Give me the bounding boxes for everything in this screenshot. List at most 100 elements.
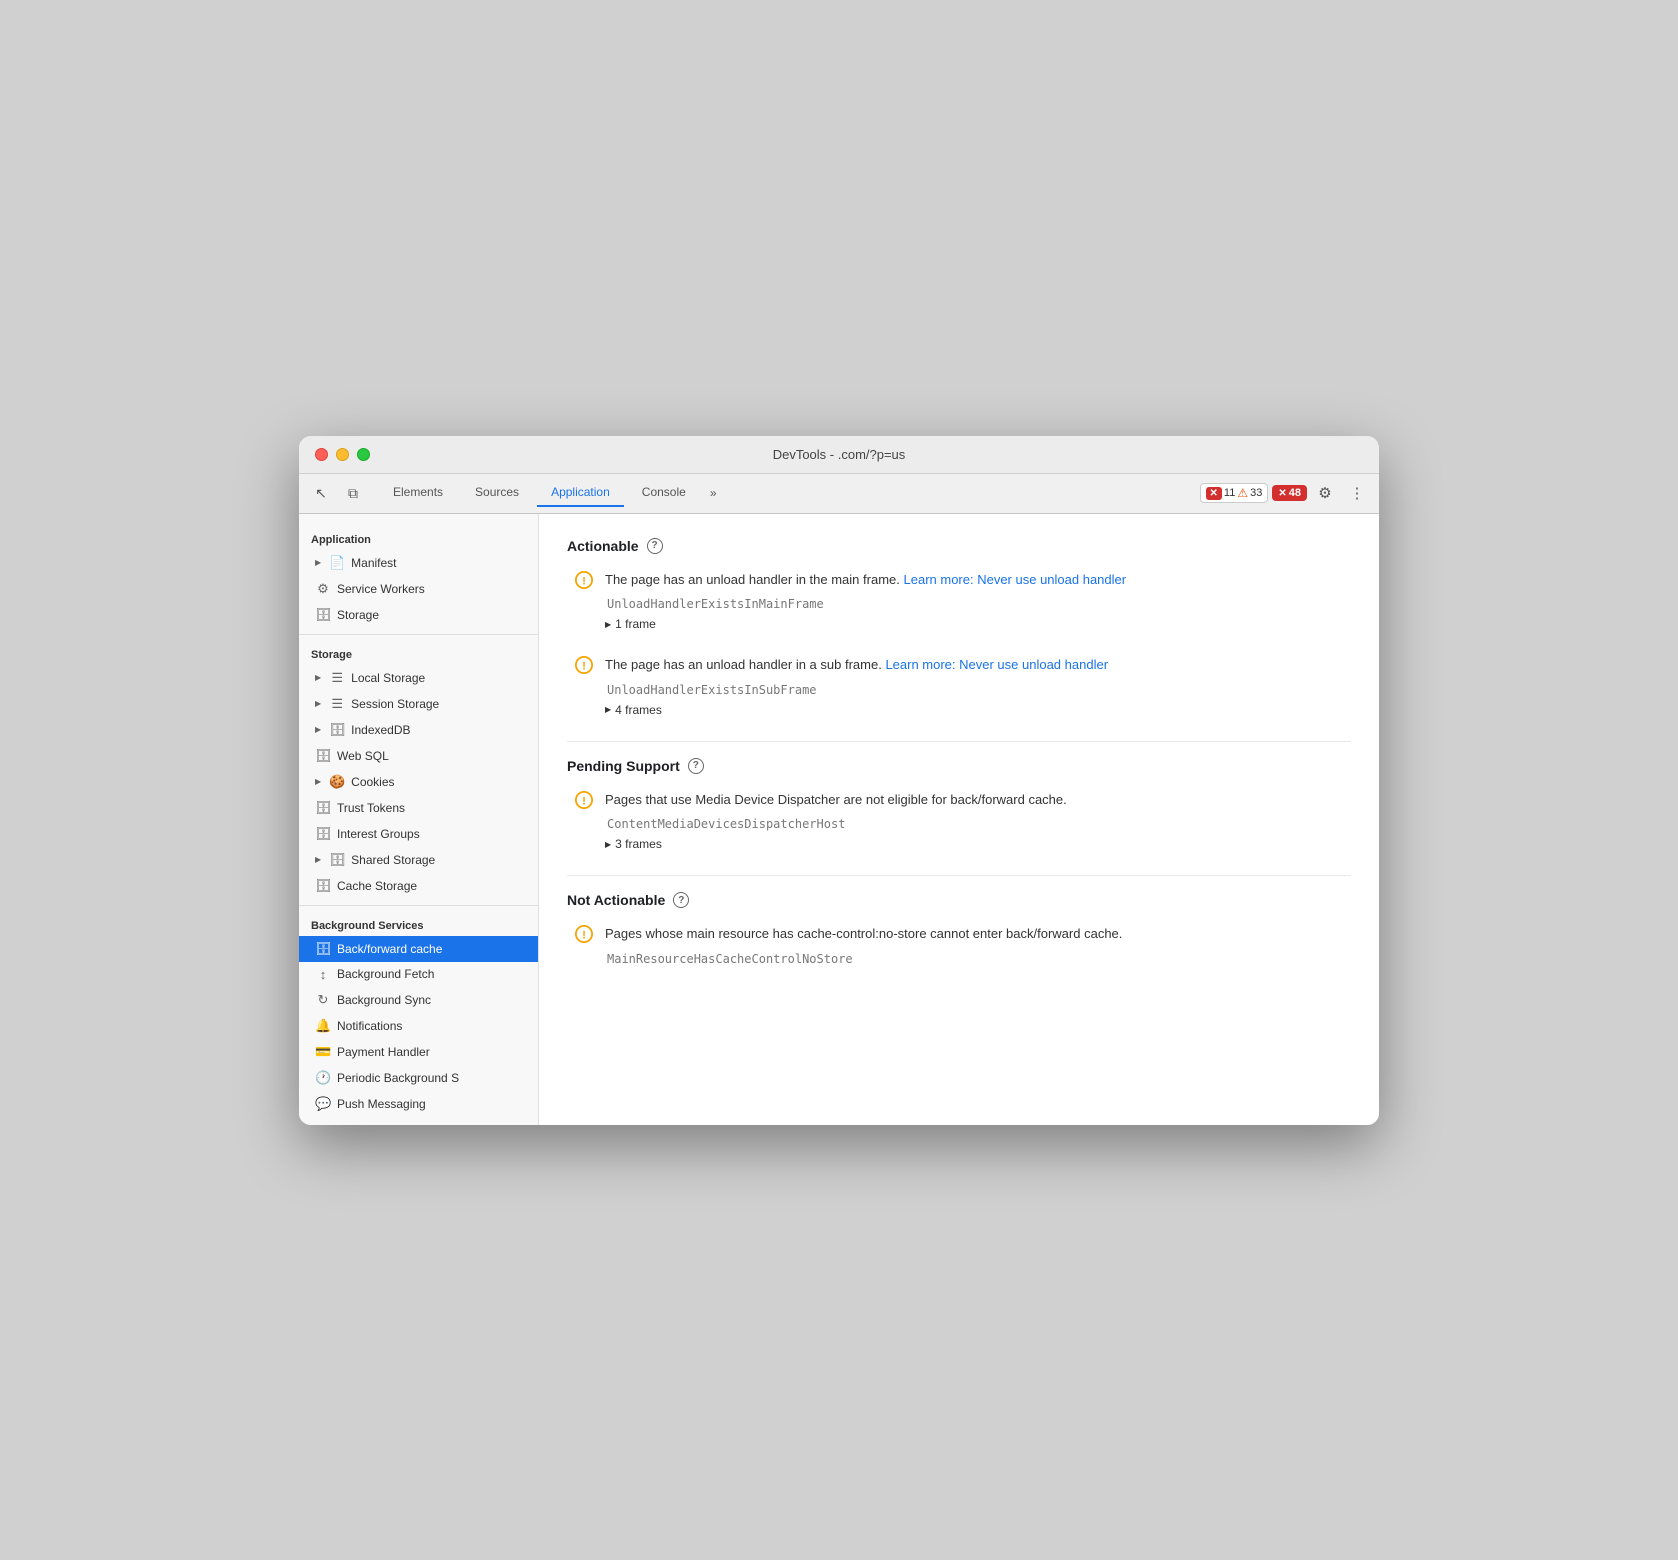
sidebar-item-session-storage[interactable]: ▶ ☰ Session Storage — [299, 691, 538, 717]
sidebar-item-manifest[interactable]: ▶ 📄 Manifest — [299, 550, 538, 576]
sidebar-item-trust-tokens[interactable]: 🗄 Trust Tokens — [299, 795, 538, 821]
issue-content-unload-main: The page has an unload handler in the ma… — [605, 570, 1351, 636]
push-messaging-icon: 💬 — [315, 1096, 331, 1112]
warning-icon: ⚠ — [1237, 486, 1248, 500]
cookies-arrow: ▶ — [315, 777, 321, 786]
tab-console[interactable]: Console — [628, 479, 700, 507]
interest-groups-icon: 🗄 — [315, 826, 331, 842]
sidebar-section-application: Application — [299, 526, 538, 550]
issue-code-media-device: ContentMediaDevicesDispatcherHost — [605, 817, 1351, 831]
pending-support-help-icon[interactable]: ? — [688, 758, 704, 774]
arrow-icon: ▶ — [315, 558, 321, 567]
divider-pending-not-actionable — [567, 875, 1351, 876]
frames-media-device[interactable]: ▶ 3 frames — [605, 837, 1351, 851]
periodic-background-icon: 🕐 — [315, 1070, 331, 1086]
learn-more-link-2[interactable]: Learn more: Never use unload handler — [885, 657, 1108, 672]
issue-icon: ✕ — [1278, 488, 1286, 499]
web-sql-label: Web SQL — [337, 749, 389, 763]
periodic-background-label: Periodic Background S — [337, 1071, 459, 1085]
indexeddb-arrow: ▶ — [315, 725, 321, 734]
sidebar-item-payment-handler[interactable]: 💳 Payment Handler — [299, 1039, 538, 1065]
title-bar: DevTools - .com/?p=us — [299, 436, 1379, 474]
sidebar-item-cache-storage[interactable]: 🗄 Cache Storage — [299, 873, 538, 899]
sidebar-item-shared-storage[interactable]: ▶ 🗄 Shared Storage — [299, 847, 538, 873]
tab-elements[interactable]: Elements — [379, 479, 457, 507]
issue-content-unload-sub: The page has an unload handler in a sub … — [605, 655, 1351, 721]
back-forward-cache-icon: 🗄 — [315, 941, 331, 957]
shared-storage-icon: 🗄 — [329, 852, 345, 868]
payment-handler-label: Payment Handler — [337, 1045, 430, 1059]
traffic-lights — [315, 448, 370, 461]
issues-count: 48 — [1289, 487, 1301, 499]
sidebar-item-cookies[interactable]: ▶ 🍪 Cookies — [299, 769, 538, 795]
sidebar-item-background-sync[interactable]: ↻ Background Sync — [299, 987, 538, 1013]
notifications-label: Notifications — [337, 1019, 402, 1033]
web-sql-icon: 🗄 — [315, 748, 331, 764]
settings-button[interactable]: ⚙ — [1311, 479, 1339, 507]
sidebar-item-service-workers[interactable]: ⚙ Service Workers — [299, 576, 538, 602]
divider-2 — [299, 905, 538, 906]
issue-desc-media-device: Pages that use Media Device Dispatcher a… — [605, 790, 1351, 810]
pending-support-section-header: Pending Support ? — [567, 758, 1351, 774]
maximize-button[interactable] — [357, 448, 370, 461]
issue-unload-main: ! The page has an unload handler in the … — [567, 570, 1351, 636]
layers-icon-button[interactable]: ⧉ — [339, 479, 367, 507]
frames-arrow-3: ▶ — [605, 840, 611, 849]
issue-code-cache-control: MainResourceHasCacheControlNoStore — [605, 952, 1351, 966]
devtools-window: DevTools - .com/?p=us ↖ ⧉ Elements Sourc… — [299, 436, 1379, 1125]
frames-unload-sub[interactable]: ▶ 4 frames — [605, 703, 1351, 717]
frames-count-1: 1 frame — [615, 617, 656, 631]
cookies-label: Cookies — [351, 775, 394, 789]
frames-unload-main[interactable]: ▶ 1 frame — [605, 617, 1351, 631]
sidebar-item-background-fetch[interactable]: ↕ Background Fetch — [299, 962, 538, 987]
actionable-help-icon[interactable]: ? — [647, 538, 663, 554]
sidebar-item-web-sql[interactable]: 🗄 Web SQL — [299, 743, 538, 769]
issue-media-device: ! Pages that use Media Device Dispatcher… — [567, 790, 1351, 856]
local-storage-icon: ☰ — [329, 670, 345, 686]
issue-desc-unload-main: The page has an unload handler in the ma… — [605, 570, 1351, 590]
svg-text:!: ! — [582, 795, 586, 807]
actionable-section-header: Actionable ? — [567, 538, 1351, 554]
notifications-icon: 🔔 — [315, 1018, 331, 1034]
minimize-button[interactable] — [336, 448, 349, 461]
back-forward-cache-label: Back/forward cache — [337, 942, 442, 956]
background-fetch-label: Background Fetch — [337, 967, 434, 981]
shared-storage-label: Shared Storage — [351, 853, 435, 867]
more-button[interactable]: ⋮ — [1343, 479, 1371, 507]
background-fetch-icon: ↕ — [315, 967, 331, 982]
tab-sources[interactable]: Sources — [461, 479, 533, 507]
error-warning-badge[interactable]: ✕ 11 ⚠ 33 — [1200, 483, 1269, 503]
session-storage-arrow: ▶ — [315, 699, 321, 708]
sidebar-item-back-forward-cache[interactable]: 🗄 Back/forward cache — [299, 936, 538, 962]
sidebar-item-local-storage[interactable]: ▶ ☰ Local Storage — [299, 665, 538, 691]
indexeddb-label: IndexedDB — [351, 723, 410, 737]
issues-badge[interactable]: ✕ 48 — [1272, 485, 1307, 501]
sidebar-item-indexeddb[interactable]: ▶ 🗄 IndexedDB — [299, 717, 538, 743]
interest-groups-label: Interest Groups — [337, 827, 420, 841]
main-content: Application ▶ 📄 Manifest ⚙ Service Worke… — [299, 514, 1379, 1125]
sidebar-item-interest-groups[interactable]: 🗄 Interest Groups — [299, 821, 538, 847]
sidebar-item-push-messaging[interactable]: 💬 Push Messaging — [299, 1091, 538, 1117]
close-button[interactable] — [315, 448, 328, 461]
sidebar-item-periodic-background[interactable]: 🕐 Periodic Background S — [299, 1065, 538, 1091]
sidebar-item-storage-top[interactable]: 🗄 Storage — [299, 602, 538, 628]
warning-icon-cache-control: ! — [575, 925, 593, 943]
issue-desc-cache-control: Pages whose main resource has cache-cont… — [605, 924, 1351, 944]
tab-application[interactable]: Application — [537, 479, 624, 507]
learn-more-link-1[interactable]: Learn more: Never use unload handler — [904, 572, 1127, 587]
trust-tokens-icon: 🗄 — [315, 800, 331, 816]
svg-text:!: ! — [582, 930, 586, 942]
not-actionable-help-icon[interactable]: ? — [673, 892, 689, 908]
not-actionable-section-header: Not Actionable ? — [567, 892, 1351, 908]
warning-icon-media-device: ! — [575, 791, 593, 809]
cursor-icon-button[interactable]: ↖ — [307, 479, 335, 507]
warning-icon-unload-main: ! — [575, 571, 593, 589]
background-sync-icon: ↻ — [315, 992, 331, 1008]
tab-more-button[interactable]: » — [704, 482, 723, 504]
warning-count: 33 — [1250, 487, 1262, 499]
shared-storage-arrow: ▶ — [315, 855, 321, 864]
sidebar: Application ▶ 📄 Manifest ⚙ Service Worke… — [299, 514, 539, 1125]
error-icon: ✕ — [1206, 487, 1222, 500]
sidebar-item-notifications[interactable]: 🔔 Notifications — [299, 1013, 538, 1039]
issue-desc-unload-sub: The page has an unload handler in a sub … — [605, 655, 1351, 675]
